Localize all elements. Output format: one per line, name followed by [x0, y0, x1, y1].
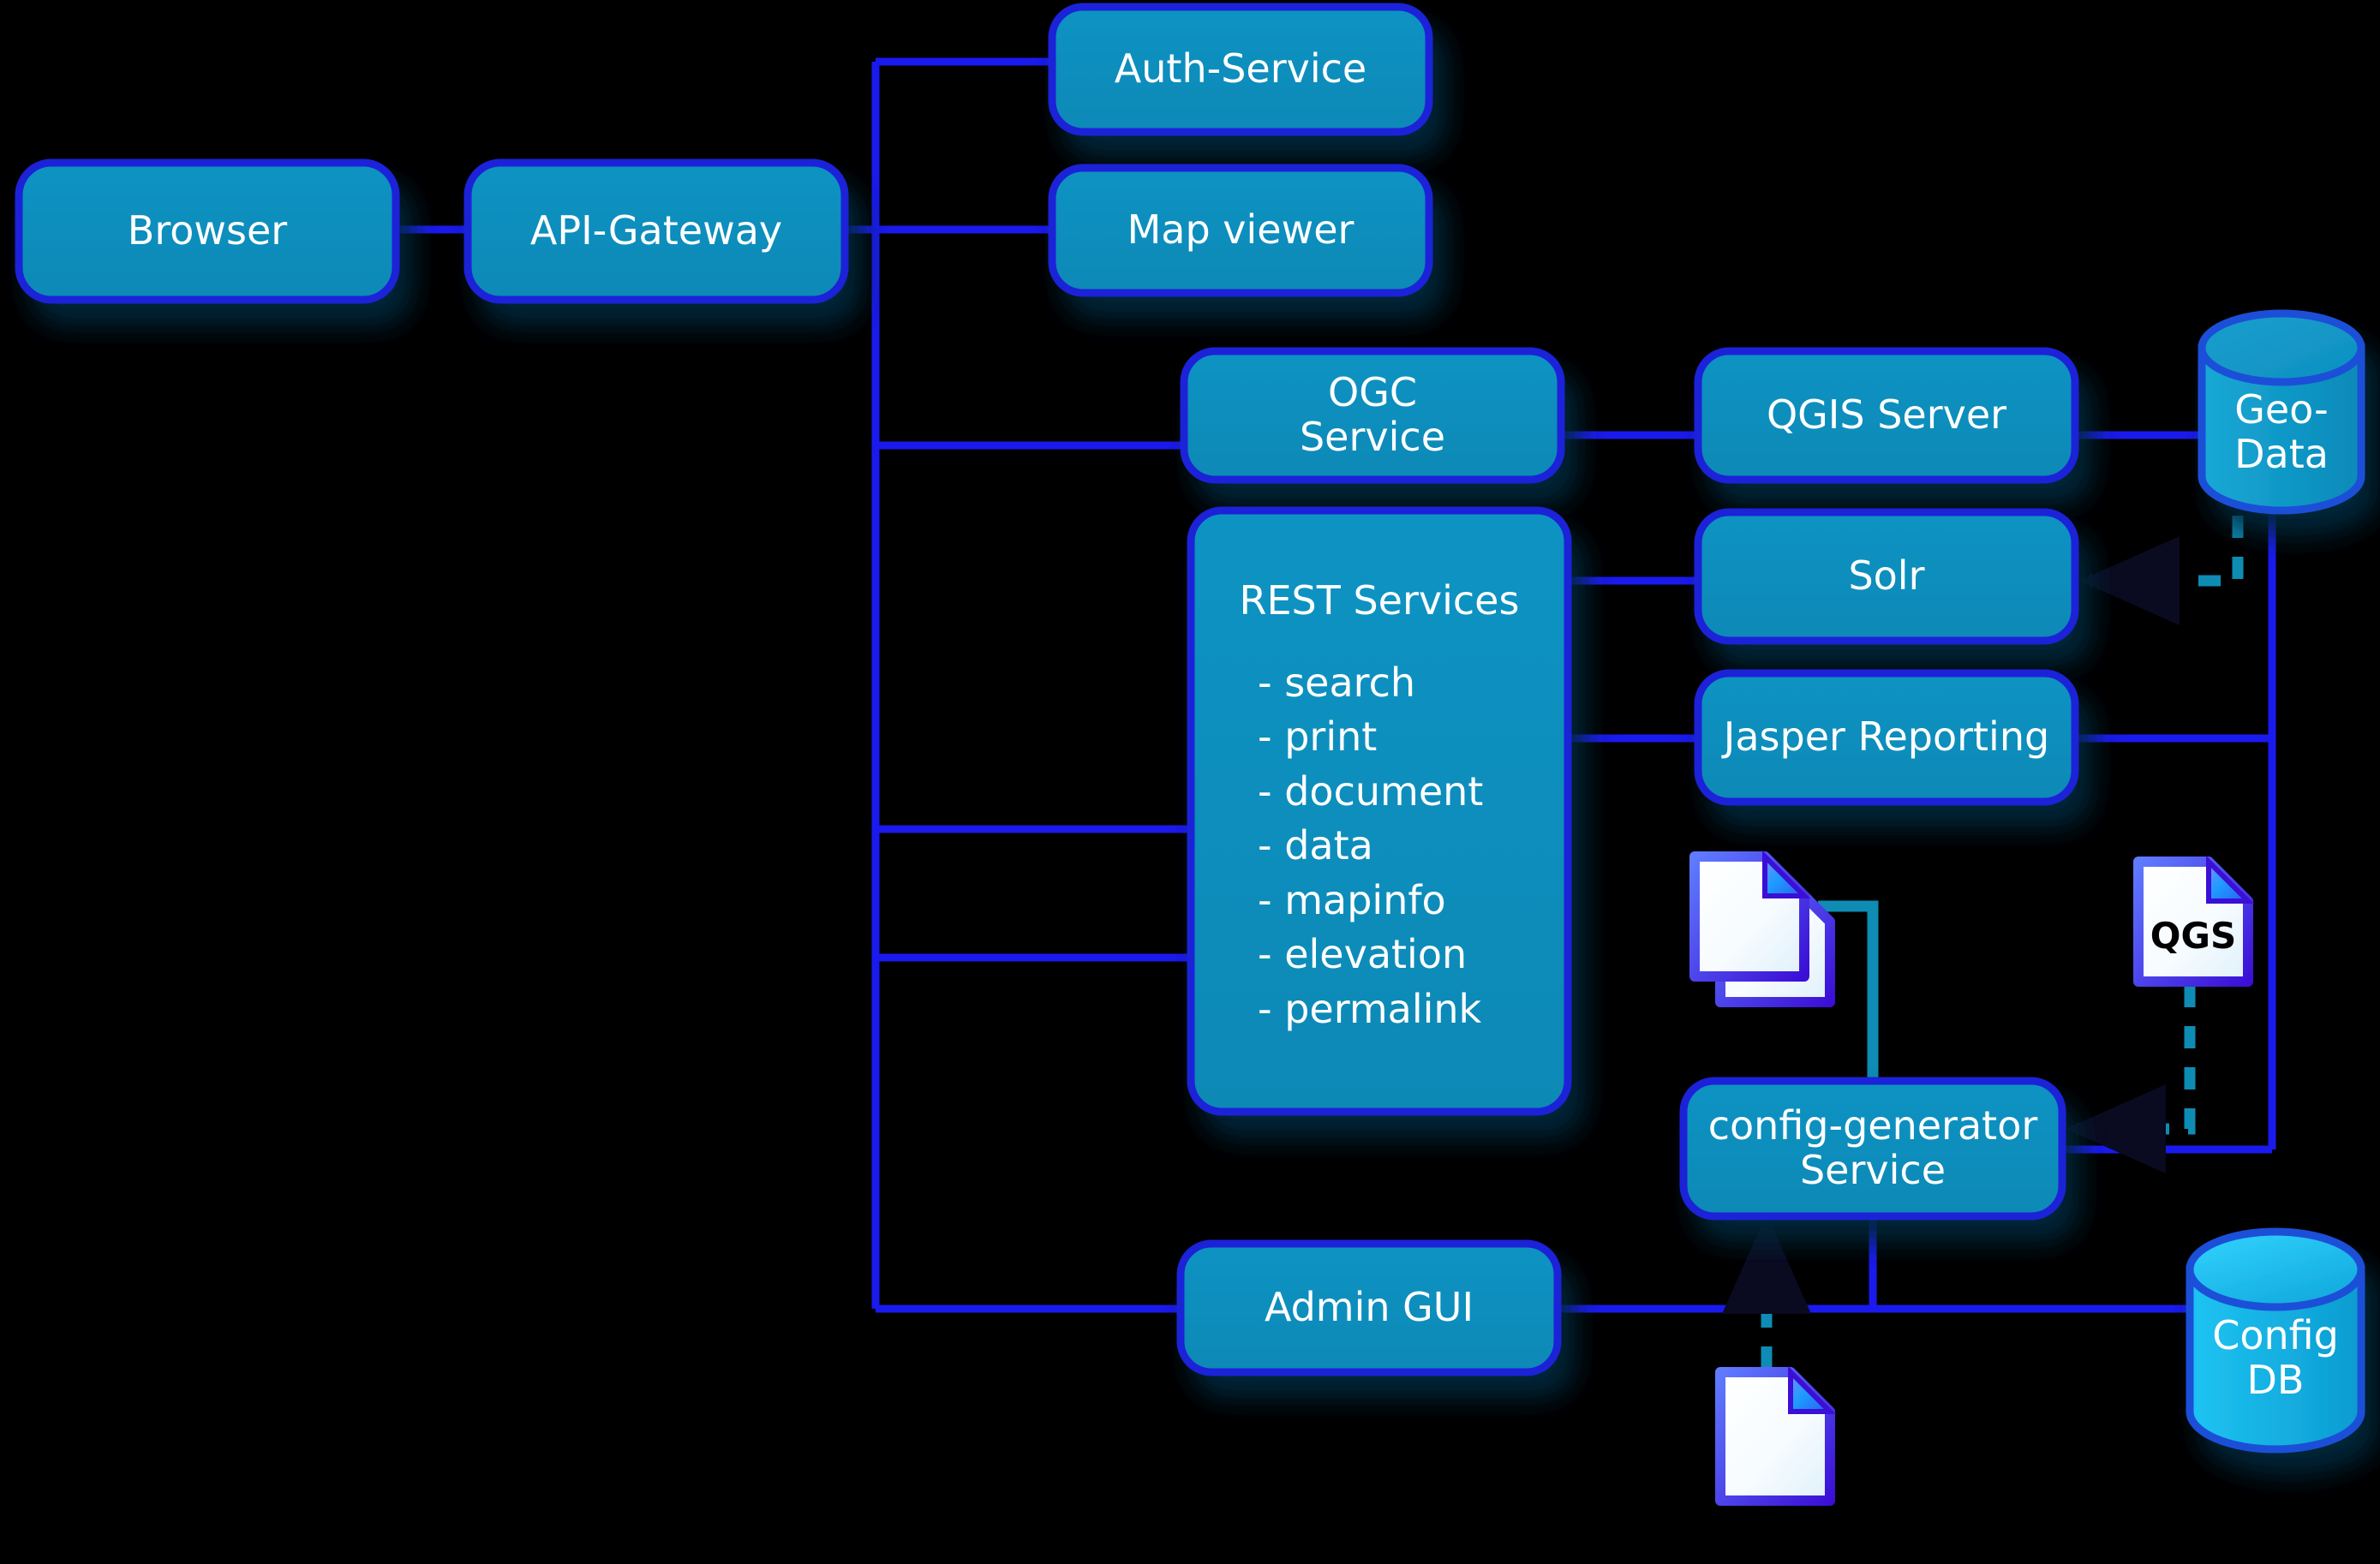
- connector-geodata-solr: [2079, 516, 2244, 625]
- node-solr[interactable]: [1694, 508, 2079, 645]
- document-stack-icon[interactable]: [1689, 850, 1835, 1007]
- node-shapes: [15, 3, 2079, 1376]
- connector-qgsdoc-configgen: [2066, 985, 2196, 1173]
- node-admin-gui[interactable]: [1176, 1239, 1562, 1376]
- qgs-document-label: QGS: [2150, 915, 2237, 957]
- rest-services-title: REST Services: [1239, 577, 1520, 624]
- node-api-gateway[interactable]: [463, 158, 849, 304]
- node-browser[interactable]: [15, 158, 400, 304]
- database-geo-data[interactable]: [2198, 309, 2365, 515]
- node-ogc-service[interactable]: [1180, 347, 1565, 484]
- architecture-diagram: Browser API-Gateway Auth-Service Map vie…: [0, 0, 2380, 1564]
- node-map-viewer[interactable]: [1048, 164, 1433, 297]
- node-qgis-server[interactable]: [1694, 347, 2079, 484]
- tenant-document-icon[interactable]: [1715, 1365, 1837, 1506]
- node-config-generator[interactable]: [1679, 1077, 2066, 1221]
- node-auth-service[interactable]: [1048, 3, 1433, 136]
- node-jasper-reporting[interactable]: [1694, 669, 2079, 806]
- database-config-db[interactable]: [2186, 1227, 2365, 1454]
- rest-services-text-block: REST Services - search - print - documen…: [1191, 510, 1568, 1112]
- diagram-canvas: [15, 3, 2365, 1506]
- rest-services-list: - search - print - document - data - map…: [1258, 660, 1484, 1032]
